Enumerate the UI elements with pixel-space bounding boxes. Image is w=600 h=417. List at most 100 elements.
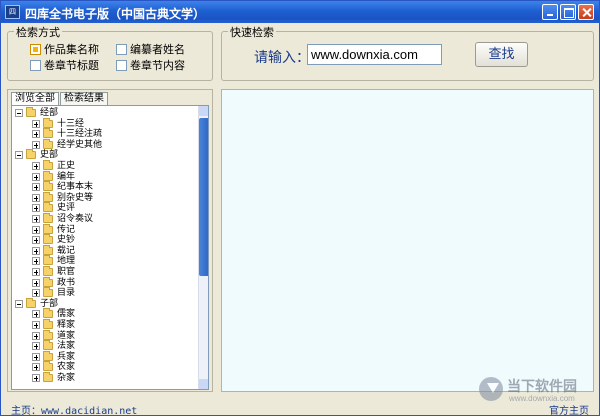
expand-icon[interactable]: [32, 225, 40, 234]
tree-item[interactable]: 经学史其他: [32, 138, 102, 150]
expand-icon[interactable]: [32, 204, 40, 213]
tree-label: 释家: [57, 320, 76, 330]
tree-item[interactable]: 十三经注疏: [32, 128, 103, 140]
expand-icon[interactable]: [32, 374, 40, 382]
scroll-up-arrow[interactable]: [199, 106, 208, 116]
collapse-icon[interactable]: [15, 299, 23, 308]
tree-item[interactable]: 儒家: [32, 308, 76, 320]
tree-item[interactable]: 兵家: [32, 350, 76, 362]
expand-icon[interactable]: [32, 268, 40, 276]
tab-browse-all[interactable]: 浏览全部: [11, 92, 59, 105]
tree-item[interactable]: 史钞: [32, 234, 75, 245]
watermark: 当下软件园 www.downxia.com: [479, 377, 599, 403]
tree-label: 道家: [57, 330, 76, 341]
tree-label: 地理: [57, 256, 76, 267]
option-chapter-content-checkbox[interactable]: [116, 59, 127, 71]
tree-item[interactable]: 释家: [32, 319, 76, 330]
folder-icon: [43, 308, 53, 319]
option-editor-name-checkbox[interactable]: [116, 43, 127, 55]
app-icon[interactable]: 四: [5, 5, 20, 19]
tree-item[interactable]: 史评: [32, 202, 75, 213]
expand-icon[interactable]: [32, 363, 40, 372]
option-chapter-title[interactable]: 卷章节标题: [30, 57, 99, 73]
expand-icon[interactable]: [32, 183, 40, 192]
tree-item[interactable]: 农家: [32, 361, 75, 372]
tree-item[interactable]: 诏令奏议: [32, 213, 94, 224]
expand-icon[interactable]: [32, 257, 40, 266]
tree-label: 传记: [57, 224, 76, 235]
tree-item[interactable]: 十三经: [32, 117, 84, 129]
expand-icon[interactable]: [32, 321, 40, 329]
expand-icon[interactable]: [32, 130, 40, 139]
find-button[interactable]: 查找: [475, 42, 528, 67]
tree-item[interactable]: 政书: [32, 276, 75, 288]
tree-item[interactable]: 法家: [32, 340, 75, 351]
option-editor-name[interactable]: 编纂者姓名: [116, 41, 185, 57]
option-chapter-content-label: 卷章节内容: [130, 59, 185, 72]
tree-label: 子部: [40, 298, 59, 309]
option-chapter-content[interactable]: 卷章节内容: [116, 57, 185, 73]
expand-icon[interactable]: [32, 331, 40, 340]
tab-search-results[interactable]: 检索结果: [60, 92, 108, 105]
tree-label: 十三经注疏: [57, 129, 103, 140]
tree-label: 载记: [57, 245, 76, 256]
option-work-name[interactable]: 作品集名称: [30, 41, 99, 57]
tree-label: 别杂史等: [57, 192, 94, 203]
maximize-button[interactable]: [560, 4, 576, 20]
tree-item[interactable]: 正史: [32, 160, 75, 171]
folder-icon: [43, 117, 53, 128]
folder-icon: [43, 276, 53, 287]
tree-item[interactable]: 编年: [32, 170, 76, 182]
minimize-button[interactable]: [542, 4, 558, 20]
tree-item[interactable]: 道家: [32, 329, 76, 341]
scroll-down-arrow[interactable]: [199, 379, 208, 389]
option-work-name-checkbox[interactable]: [30, 43, 41, 55]
tree-item[interactable]: 地理: [32, 255, 76, 267]
expand-icon[interactable]: [32, 342, 40, 351]
folder-icon: [43, 372, 53, 382]
tree-label: 诏令奏议: [57, 214, 94, 224]
expand-icon[interactable]: [32, 278, 40, 287]
tree-label: 儒家: [57, 309, 76, 320]
expand-icon[interactable]: [32, 246, 40, 255]
tree-item[interactable]: 载记: [32, 244, 76, 256]
expand-icon[interactable]: [32, 215, 40, 223]
tree-item[interactable]: 别杂史等: [32, 191, 94, 203]
catalog-tree[interactable]: 经部 十三经 十三经注疏 经学史其他 史部 正史 编年 纪事本末 别杂史等 史评 诏令奏议 传记 史钞载…: [11, 105, 209, 390]
collapse-icon[interactable]: [15, 151, 23, 160]
tree-item[interactable]: 纪事本末: [32, 181, 93, 192]
tree-category[interactable]: 经部: [15, 107, 58, 118]
expand-icon[interactable]: [32, 140, 40, 149]
expand-icon[interactable]: [32, 236, 40, 245]
expand-icon[interactable]: [32, 289, 40, 298]
tree-category[interactable]: 史部: [15, 149, 59, 161]
collapse-icon[interactable]: [15, 109, 23, 117]
expand-icon[interactable]: [32, 119, 40, 128]
search-mode-group: 检索方式 作品集名称 编纂者姓名 卷章节标题 卷章节内容: [7, 24, 213, 81]
folder-icon: [43, 128, 53, 139]
expand-icon[interactable]: [32, 172, 40, 181]
scroll-thumb[interactable]: [199, 118, 208, 276]
title-bar[interactable]: 四 四库全书电子版（中国古典文学）: [1, 1, 599, 23]
tree-scrollbar[interactable]: [198, 106, 208, 389]
option-chapter-title-checkbox[interactable]: [30, 59, 41, 71]
official-homepage-link[interactable]: 官方主页: [549, 402, 589, 417]
option-chapter-title-label: 卷章节标题: [44, 59, 99, 72]
close-button[interactable]: [578, 4, 594, 20]
expand-icon[interactable]: [32, 352, 40, 361]
search-input[interactable]: [307, 44, 442, 65]
tree-item[interactable]: 杂家: [32, 372, 75, 383]
tree-label: 兵家: [57, 351, 76, 362]
result-pane[interactable]: [221, 89, 594, 392]
tree-label: 史部: [40, 150, 59, 161]
tree-label: 编年: [57, 171, 76, 182]
folder-icon: [43, 266, 53, 276]
tree-category[interactable]: 子部: [15, 297, 59, 309]
expand-icon[interactable]: [32, 310, 40, 319]
tree-item[interactable]: 目录: [32, 287, 75, 298]
tree-item[interactable]: 职官: [32, 266, 75, 277]
tree-item[interactable]: 传记: [32, 223, 76, 235]
expand-icon[interactable]: [32, 162, 40, 170]
expand-icon[interactable]: [32, 193, 40, 202]
folder-icon: [43, 191, 53, 202]
